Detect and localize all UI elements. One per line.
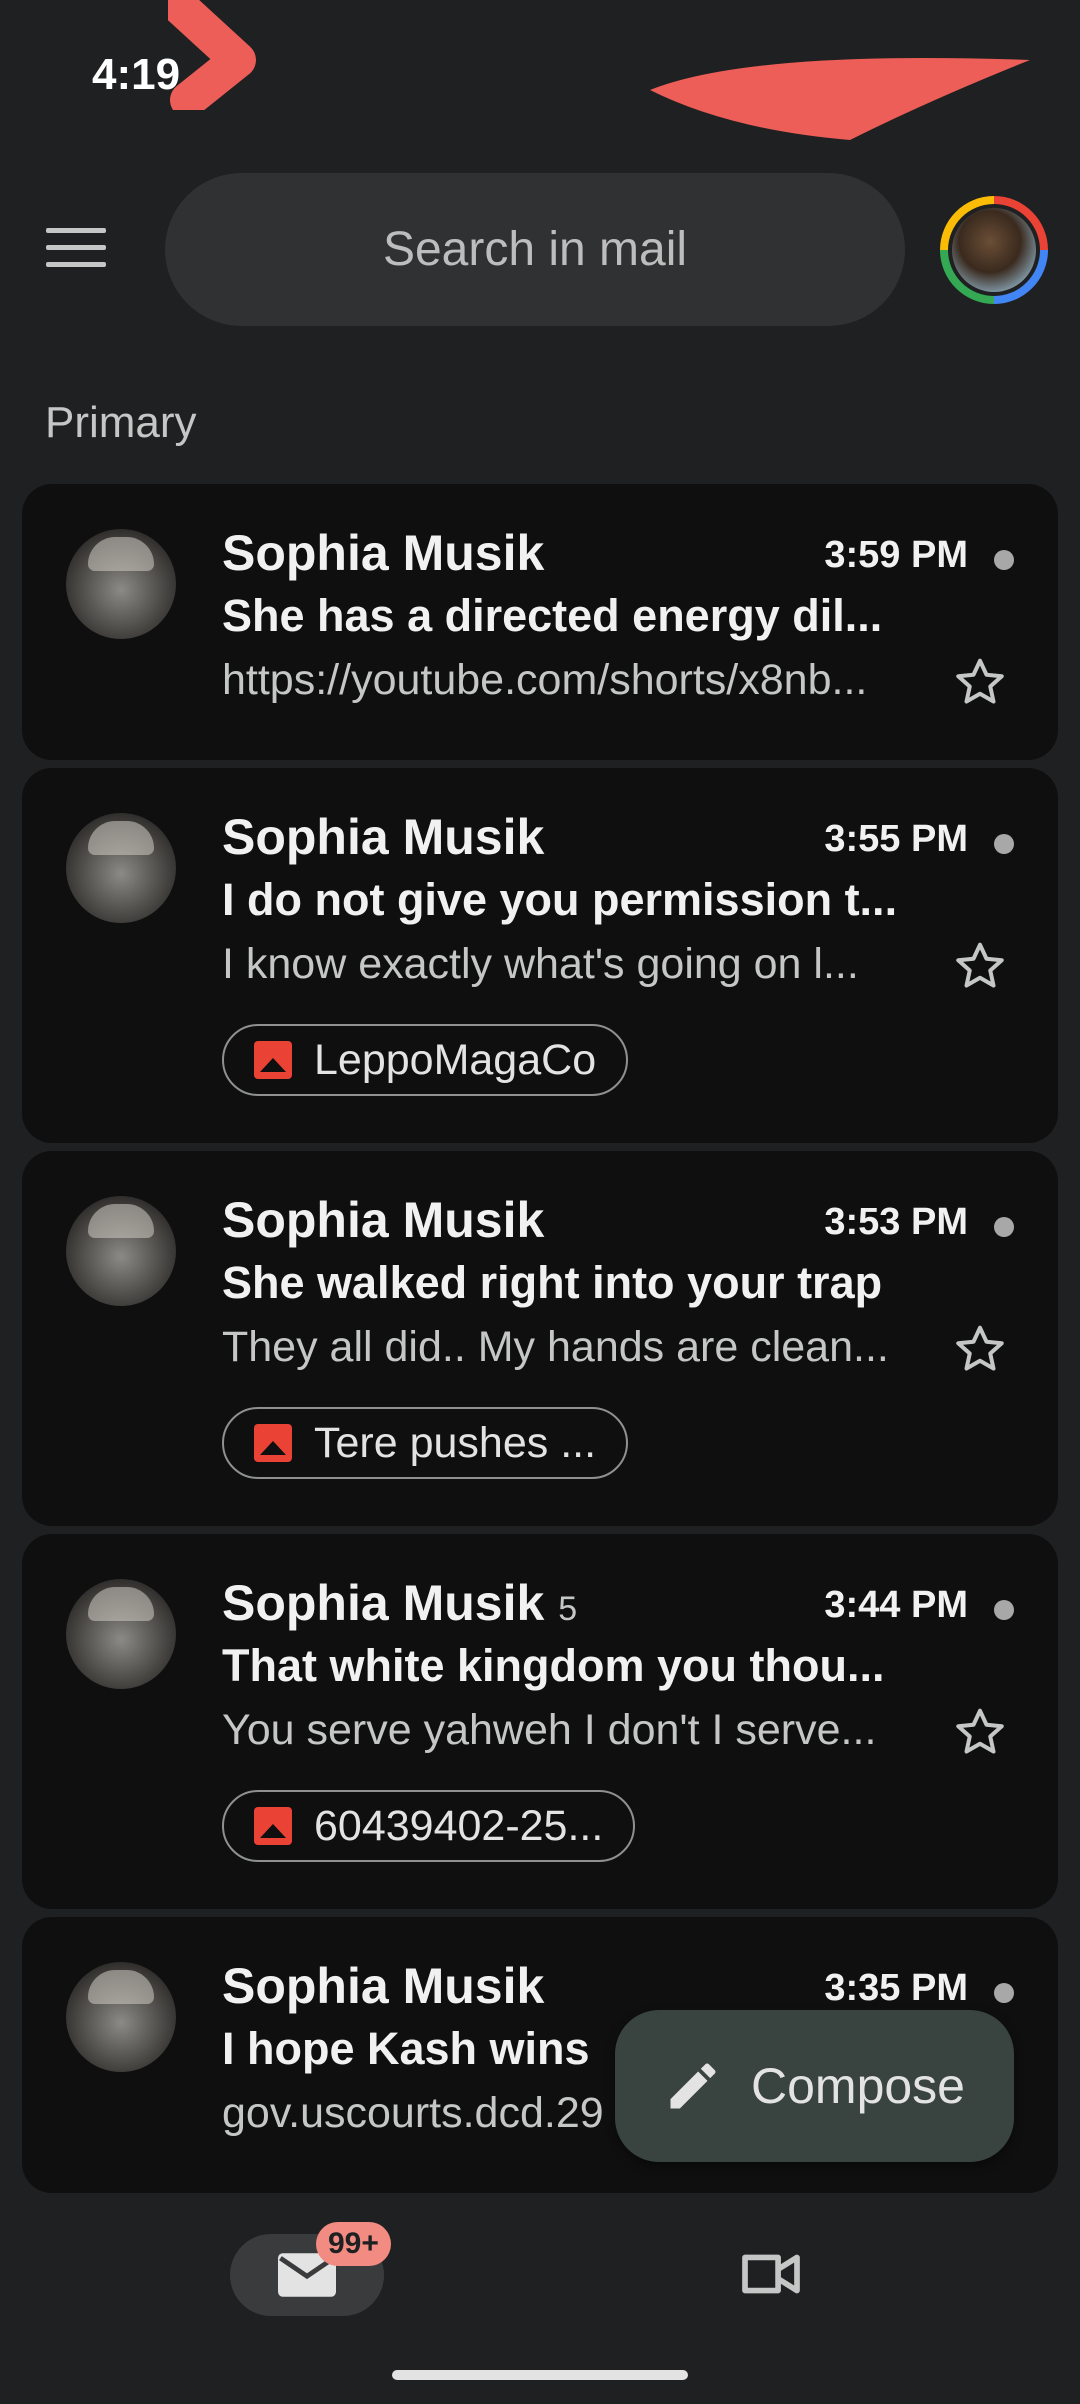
image-attachment-icon xyxy=(254,1807,292,1845)
unread-dot xyxy=(994,1983,1014,2003)
email-item[interactable]: Sophia Musik 3:55 PM I do not give you p… xyxy=(22,768,1058,1143)
compose-button[interactable]: Compose xyxy=(615,2010,1014,2162)
sender-name: Sophia Musik xyxy=(222,525,545,581)
email-subject: She walked right into your trap xyxy=(222,1257,883,1308)
sender-name: Sophia Musik xyxy=(222,1958,545,2014)
email-time: 3:35 PM xyxy=(824,1967,968,2009)
thread-count: 5 xyxy=(558,1590,578,1628)
compose-label: Compose xyxy=(751,2058,965,2114)
status-time: 4:19 xyxy=(92,50,181,99)
redaction-mark xyxy=(168,0,256,110)
account-avatar[interactable] xyxy=(940,196,1048,304)
email-snippet: You serve yahweh I don't I serve... xyxy=(222,1706,877,1754)
unread-dot xyxy=(994,834,1014,854)
sender-avatar[interactable] xyxy=(66,529,176,639)
email-list: Sophia Musik 3:59 PM She has a directed … xyxy=(22,484,1058,2201)
avatar-photo xyxy=(952,208,1036,292)
sender-avatar[interactable] xyxy=(66,1196,176,1306)
top-app-bar: Search in mail xyxy=(0,170,1080,330)
search-bar[interactable]: Search in mail xyxy=(165,173,905,326)
attachment-name: LeppoMagaCo xyxy=(314,1035,597,1084)
attachment-chip[interactable]: LeppoMagaCo xyxy=(222,1024,629,1096)
email-time: 3:53 PM xyxy=(824,1201,968,1243)
sender-name: Sophia Musik 5 xyxy=(222,1575,578,1631)
menu-icon[interactable] xyxy=(46,228,106,272)
search-placeholder: Search in mail xyxy=(382,223,688,276)
home-indicator[interactable] xyxy=(392,2370,688,2380)
star-icon[interactable] xyxy=(950,1702,1010,1762)
attachment-name: Tere pushes ... xyxy=(314,1418,597,1467)
section-label-primary: Primary xyxy=(45,398,197,447)
pencil-icon xyxy=(670,2063,716,2109)
star-icon[interactable] xyxy=(950,1319,1010,1379)
image-attachment-icon xyxy=(254,1424,292,1462)
email-item[interactable]: Sophia Musik 3:53 PM She walked right in… xyxy=(22,1151,1058,1526)
email-subject: That white kingdom you thou... xyxy=(222,1640,885,1691)
image-attachment-icon xyxy=(254,1041,292,1079)
sender-avatar[interactable] xyxy=(66,1962,176,2072)
email-time: 3:59 PM xyxy=(824,534,968,576)
email-subject: She has a directed energy dil... xyxy=(222,590,883,641)
sender-name: Sophia Musik xyxy=(222,1192,545,1248)
bottom-navigation: 99+ xyxy=(0,2208,1080,2404)
unread-dot xyxy=(994,550,1014,570)
email-item[interactable]: Sophia Musik 3:59 PM She has a directed … xyxy=(22,484,1058,760)
email-time: 3:44 PM xyxy=(824,1584,968,1626)
sender-avatar[interactable] xyxy=(66,813,176,923)
attachment-chip[interactable]: 60439402-25... xyxy=(222,1790,636,1862)
email-item[interactable]: Sophia Musik 5 3:44 PM That white kingdom… xyxy=(22,1534,1058,1909)
email-snippet: https://youtube.com/shorts/x8nb... xyxy=(222,656,868,704)
attachment-chip[interactable]: Tere pushes ... xyxy=(222,1407,629,1479)
sender-avatar[interactable] xyxy=(66,1579,176,1689)
email-snippet: They all did.. My hands are clean... xyxy=(222,1323,889,1371)
unread-count-badge: 99+ xyxy=(316,2222,391,2266)
unread-dot xyxy=(994,1600,1014,1620)
star-icon[interactable] xyxy=(950,652,1010,712)
redaction-mark xyxy=(650,58,1030,140)
attachment-name: 60439402-25... xyxy=(314,1801,604,1850)
unread-dot xyxy=(994,1217,1014,1237)
status-bar: 4:19 xyxy=(0,0,1080,160)
star-icon[interactable] xyxy=(950,936,1010,996)
email-subject: I do not give you permission t... xyxy=(222,874,898,925)
sender-name: Sophia Musik xyxy=(222,809,545,865)
video-camera-icon[interactable] xyxy=(740,2248,802,2300)
email-snippet: I know exactly what's going on l... xyxy=(222,940,859,988)
email-time: 3:55 PM xyxy=(824,818,968,860)
